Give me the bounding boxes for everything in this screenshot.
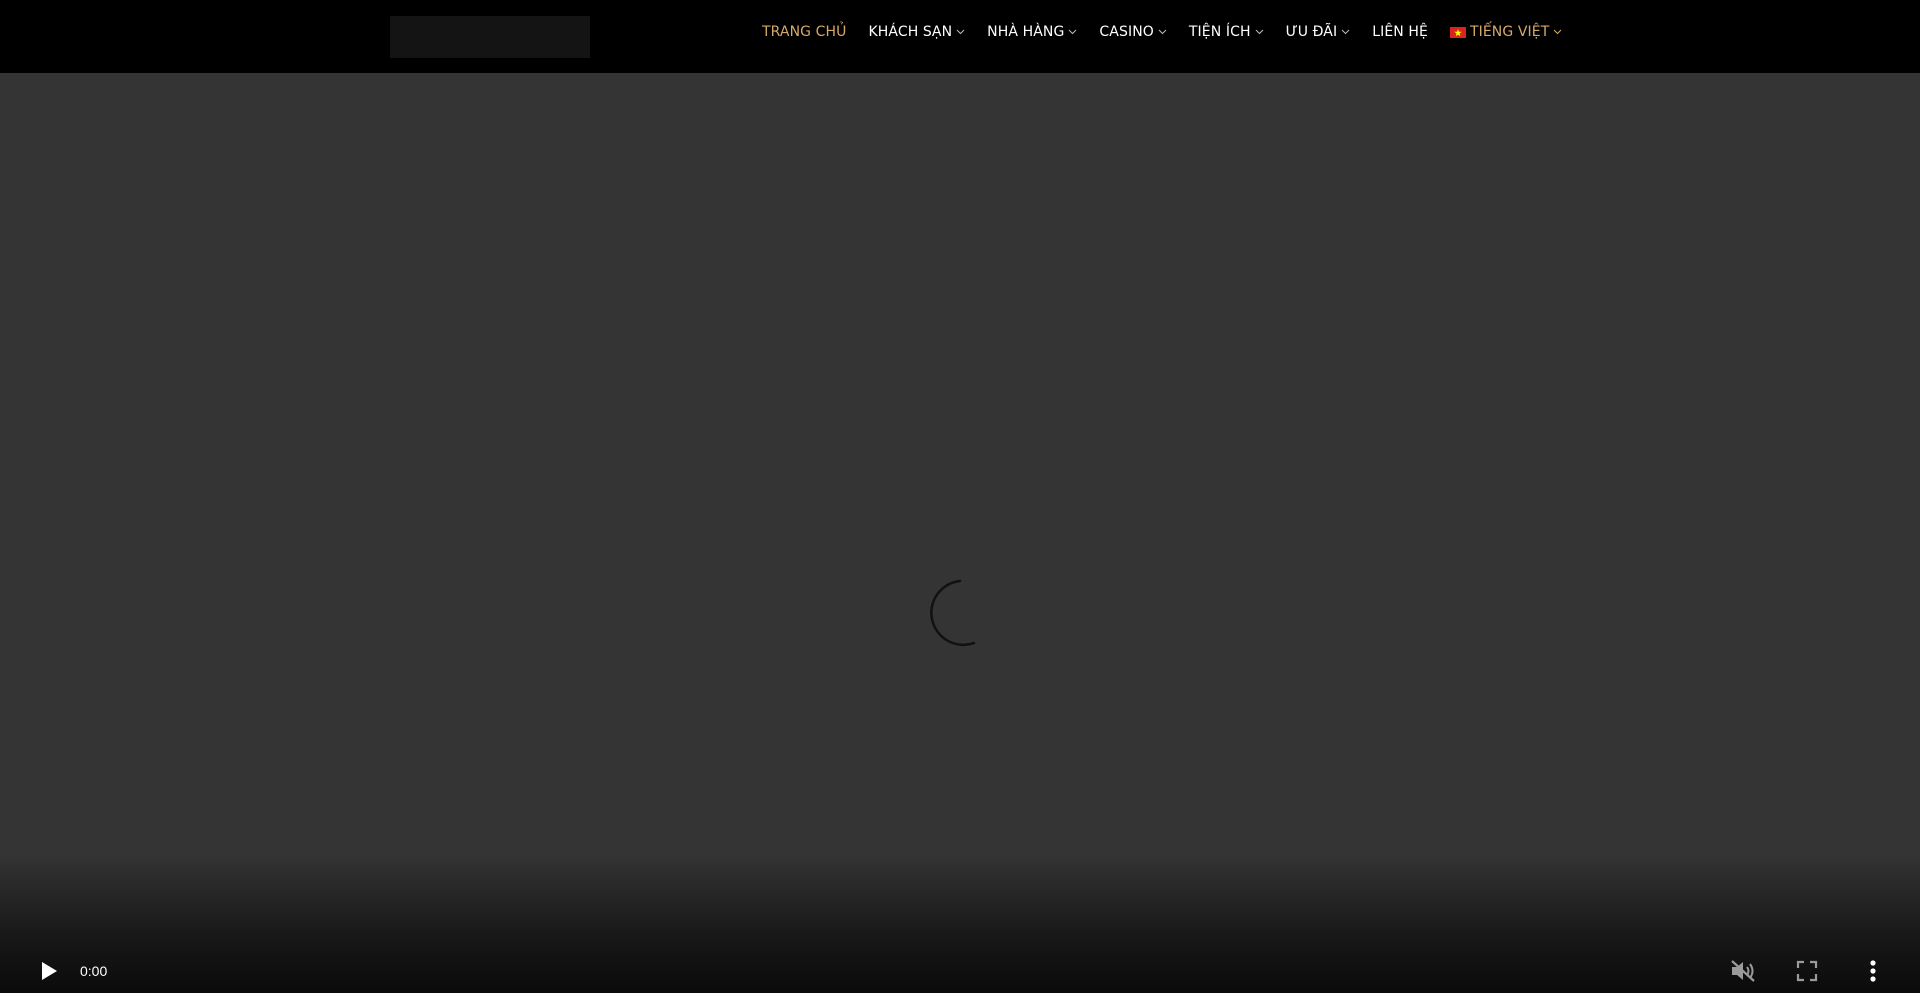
chevron-down-icon (1068, 27, 1077, 36)
nav-item-label: LIÊN HỆ (1372, 23, 1428, 40)
loading-spinner-icon (930, 579, 976, 647)
nav-item-uu-dai[interactable]: ƯU ĐÃI (1286, 24, 1351, 40)
language-label: TIẾNG VIỆT (1469, 23, 1550, 40)
volume-muted-icon (1731, 960, 1755, 982)
logo-placeholder[interactable] (390, 16, 590, 58)
current-time: 0:00 (80, 963, 108, 979)
fullscreen-icon (1796, 960, 1818, 982)
nav-item-label: CASINO (1099, 23, 1154, 40)
nav-item-label: NHÀ HÀNG (987, 23, 1065, 40)
language-selector[interactable]: TIẾNG VIỆT (1449, 23, 1562, 40)
play-button[interactable] (34, 953, 64, 989)
chevron-down-icon (956, 27, 965, 36)
nav-item-label: ƯU ĐÃI (1285, 23, 1338, 40)
more-vertical-icon (1870, 960, 1876, 982)
play-icon (42, 962, 57, 980)
fullscreen-button[interactable] (1792, 953, 1822, 989)
nav-item-lien-he[interactable]: LIÊN HỆ (1372, 24, 1428, 40)
chevron-down-icon (1341, 27, 1350, 36)
nav-item-label: TIỆN ÍCH (1188, 23, 1251, 40)
video-controls: 0:00 (0, 853, 1920, 993)
nav-item-label: TRANG CHỦ (762, 23, 847, 40)
site-header: TRANG CHỦ KHÁCH SẠN NHÀ HÀNG CASINO TIỆN… (0, 0, 1920, 73)
vietnam-flag-icon (1449, 26, 1466, 38)
mute-button[interactable] (1728, 953, 1758, 989)
main-nav: TRANG CHỦ KHÁCH SẠN NHÀ HÀNG CASINO TIỆN… (762, 0, 1562, 63)
nav-item-nha-hang[interactable]: NHÀ HÀNG (987, 24, 1077, 40)
chevron-down-icon (1158, 27, 1167, 36)
nav-item-tien-ich[interactable]: TIỆN ÍCH (1189, 24, 1264, 40)
nav-item-casino[interactable]: CASINO (1099, 23, 1167, 40)
video-player[interactable]: 0:00 (0, 73, 1920, 993)
nav-item-label: KHÁCH SẠN (868, 23, 953, 40)
nav-item-trang-chu[interactable]: TRANG CHỦ (762, 24, 847, 40)
more-options-button[interactable] (1858, 953, 1888, 989)
chevron-down-icon (1553, 27, 1562, 36)
nav-item-khach-san[interactable]: KHÁCH SẠN (869, 24, 966, 40)
chevron-down-icon (1255, 27, 1264, 36)
